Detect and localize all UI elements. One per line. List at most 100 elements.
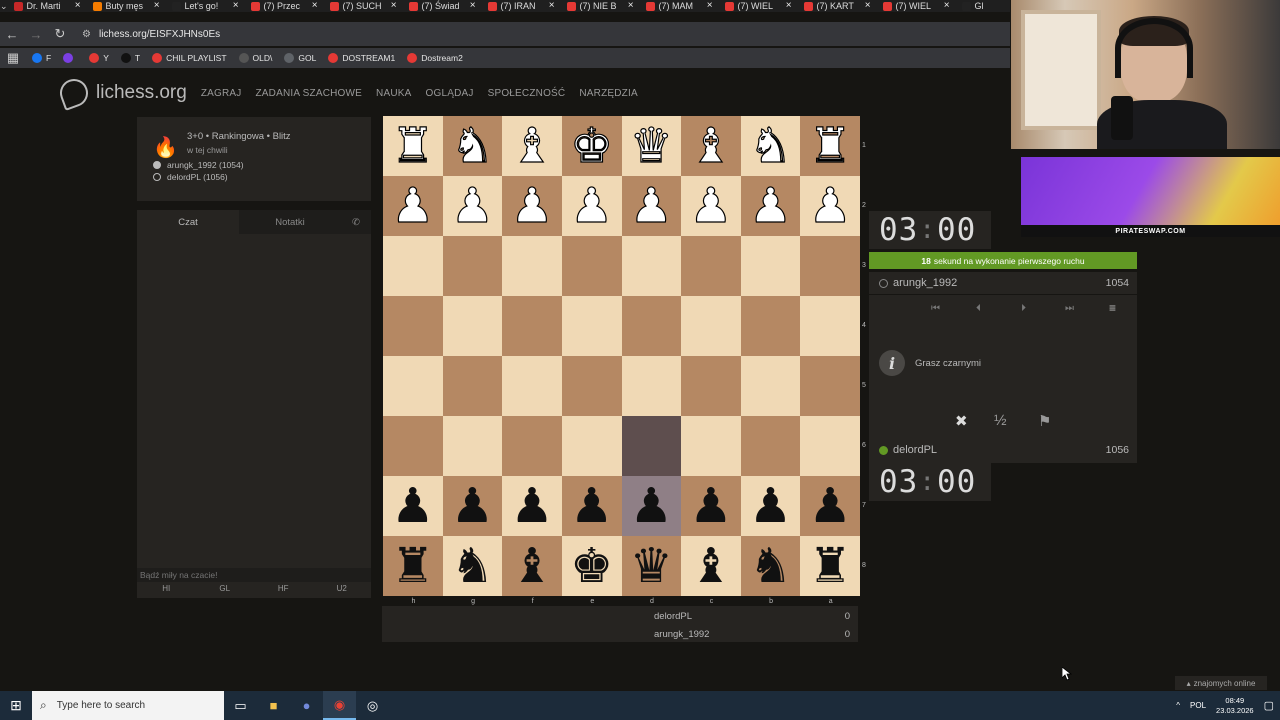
board-square[interactable]: ♟ <box>621 476 682 536</box>
board-square[interactable] <box>561 416 622 476</box>
white-pawn-icon[interactable]: ♟ <box>510 181 554 230</box>
bookmark-label[interactable]: CHIL PLAYLIST <box>166 53 226 63</box>
board-square[interactable]: ♞ <box>740 536 801 596</box>
browser-tab[interactable]: Gl× <box>956 0 1010 12</box>
bookmark-label[interactable]: GOL <box>298 53 316 63</box>
bookmark[interactable] <box>63 53 77 63</box>
board-square[interactable]: ♜ <box>383 116 443 176</box>
black-pawn-icon[interactable]: ♟ <box>809 482 852 530</box>
bookmark[interactable]: DOSTREAM1 <box>328 53 395 63</box>
board-square[interactable] <box>621 236 682 296</box>
taskbar-search[interactable]: ⌕ Type here to search <box>32 691 224 720</box>
board-square[interactable]: ♟ <box>442 176 503 236</box>
browser-tab[interactable]: (7) KART × <box>798 0 877 12</box>
draw-offer-icon[interactable]: ½ <box>994 412 1007 429</box>
lichess-logo[interactable]: lichess.org <box>56 75 187 111</box>
chat-preset-button[interactable]: HI <box>137 584 196 598</box>
board-square[interactable]: ♝ <box>681 536 741 596</box>
board-square[interactable] <box>621 296 682 356</box>
browser-tab[interactable]: (7) Świad × <box>403 0 482 12</box>
score-player[interactable]: arungk_1992 <box>654 629 709 640</box>
tab-label[interactable]: (7) SUCH <box>343 1 382 11</box>
white-rook-icon[interactable]: ♜ <box>808 121 852 170</box>
board-square[interactable]: ♜ <box>800 536 860 596</box>
board-square[interactable] <box>561 236 622 296</box>
board-square[interactable] <box>740 236 801 296</box>
discord-icon[interactable]: ● <box>290 691 323 720</box>
chat-input[interactable] <box>137 568 371 582</box>
board-square[interactable]: ♟ <box>502 476 562 536</box>
opponent-name[interactable]: arungk_1992 <box>893 277 957 289</box>
white-pawn-icon[interactable]: ♟ <box>808 181 852 230</box>
board-square[interactable]: ♜ <box>383 536 443 596</box>
tab-close-icon[interactable]: × <box>154 0 160 12</box>
board-square[interactable]: ♟ <box>681 176 741 236</box>
bookmark-label[interactable]: DOSTREAM1 <box>342 53 395 63</box>
board-square[interactable] <box>740 356 801 416</box>
clock-time[interactable]: 08:49 <box>1216 696 1254 706</box>
bookmark-label[interactable]: T <box>135 53 140 63</box>
board-square[interactable] <box>383 416 443 476</box>
tab-label[interactable]: (7) MAM <box>659 1 694 11</box>
board-square[interactable] <box>621 416 682 476</box>
tab-close-icon[interactable]: × <box>707 0 713 12</box>
nav-item[interactable]: ZADANIA SZACHOWE <box>255 88 362 99</box>
tab-label[interactable]: (7) Świad <box>422 1 460 11</box>
tab-close-icon[interactable]: × <box>865 0 871 12</box>
board-square[interactable]: ♟ <box>442 476 503 536</box>
bookmark[interactable]: CHIL PLAYLIST <box>152 53 227 63</box>
bookmark[interactable]: Y <box>89 53 109 63</box>
white-pawn-icon[interactable]: ♟ <box>689 181 733 230</box>
black-pawn-icon[interactable]: ♟ <box>689 482 732 530</box>
white-pawn-icon[interactable]: ♟ <box>570 181 614 230</box>
tab-label[interactable]: Buty męs <box>106 1 144 11</box>
bookmark[interactable]: F <box>32 53 51 63</box>
bookmark-label[interactable]: Dostream2 <box>421 53 463 63</box>
black-pawn-icon[interactable]: ♟ <box>391 482 434 530</box>
friends-online-button[interactable]: ▴ znajomych online <box>1175 676 1267 690</box>
last-move-icon[interactable]: ⏭ <box>1065 303 1074 314</box>
tab-label[interactable]: (7) KART <box>817 1 854 11</box>
board-square[interactable]: ♟ <box>561 176 622 236</box>
black-pawn-icon[interactable]: ♟ <box>511 482 554 530</box>
black-player[interactable]: delordPL (1056) <box>153 172 371 182</box>
browser-tab[interactable]: Buty męs × <box>87 0 166 12</box>
browser-tab[interactable]: (7) Przec × <box>245 0 324 12</box>
tab-close-icon[interactable]: × <box>628 0 634 12</box>
black-pawn-icon[interactable]: ♟ <box>451 482 494 530</box>
nav-item[interactable]: SPOŁECZNOŚĆ <box>488 88 566 99</box>
chat-preset-button[interactable]: GL <box>196 584 255 598</box>
board-square[interactable] <box>681 296 741 356</box>
board-square[interactable]: ♞ <box>442 536 503 596</box>
board-square[interactable]: ♟ <box>800 476 860 536</box>
white-player-name[interactable]: arungk_1992 (1054) <box>167 160 244 170</box>
tab-label[interactable]: Gl <box>975 1 984 11</box>
board-square[interactable] <box>681 236 741 296</box>
tab-label[interactable]: (7) IRAN <box>501 1 536 11</box>
white-pawn-icon[interactable]: ♟ <box>748 181 792 230</box>
task-view-icon[interactable]: ▭ <box>224 691 257 720</box>
white-queen-icon[interactable]: ♛ <box>629 121 673 170</box>
white-pawn-icon[interactable]: ♟ <box>450 181 494 230</box>
tab-chat[interactable]: Czat <box>137 210 239 234</box>
site-info-icon[interactable]: ⚙ <box>82 29 91 40</box>
tab-label[interactable]: (7) WIEL <box>896 1 932 11</box>
bookmark[interactable]: Dostream2 <box>407 53 463 63</box>
tab-close-icon[interactable]: × <box>470 0 476 12</box>
tab-close-icon[interactable]: × <box>312 0 318 12</box>
score-player[interactable]: delordPL <box>654 611 692 622</box>
black-player-name[interactable]: delordPL (1056) <box>167 172 228 182</box>
forward-icon[interactable]: → <box>24 22 48 46</box>
board-square[interactable] <box>800 236 860 296</box>
nav-item[interactable]: NARZĘDZIA <box>579 88 637 99</box>
bookmark[interactable]: OLD\ <box>238 53 272 63</box>
tab-close-icon[interactable]: × <box>391 0 397 12</box>
chat-preset-button[interactable]: HF <box>254 584 313 598</box>
next-move-icon[interactable]: ⏵ <box>1021 303 1026 314</box>
board-square[interactable]: ♟ <box>561 476 622 536</box>
tab-label[interactable]: Let's go! <box>185 1 219 11</box>
board-square[interactable] <box>740 296 801 356</box>
board-square[interactable] <box>561 356 622 416</box>
board-square[interactable] <box>740 416 801 476</box>
black-queen-icon[interactable]: ♛ <box>630 542 673 590</box>
